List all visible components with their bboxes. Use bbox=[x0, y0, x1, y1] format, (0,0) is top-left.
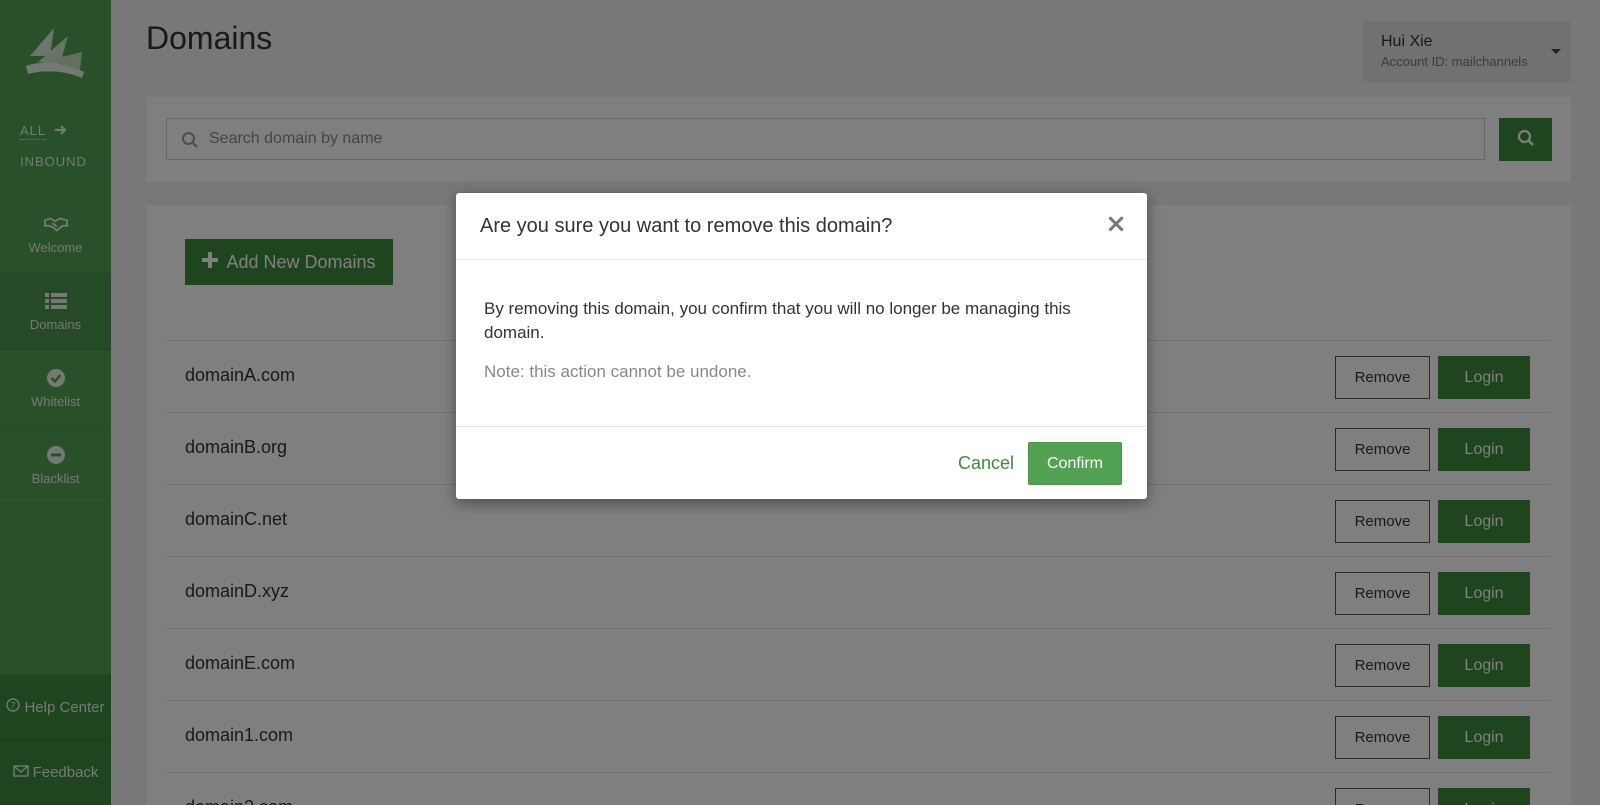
dialog-body: By removing this domain, you confirm tha… bbox=[456, 260, 1147, 427]
dialog-header: Are you sure you want to remove this dom… bbox=[456, 193, 1147, 260]
dialog-note: Note: this action cannot be undone. bbox=[484, 362, 752, 381]
dialog-title: Are you sure you want to remove this dom… bbox=[480, 215, 893, 237]
close-icon[interactable]: × bbox=[1103, 209, 1129, 239]
remove-domain-dialog: Are you sure you want to remove this dom… bbox=[456, 193, 1147, 499]
confirm-button[interactable]: Confirm bbox=[1028, 442, 1122, 485]
cancel-button[interactable]: Cancel bbox=[954, 442, 1018, 485]
dialog-footer: Cancel Confirm bbox=[456, 427, 1147, 499]
dialog-message: By removing this domain, you confirm tha… bbox=[484, 299, 1071, 342]
